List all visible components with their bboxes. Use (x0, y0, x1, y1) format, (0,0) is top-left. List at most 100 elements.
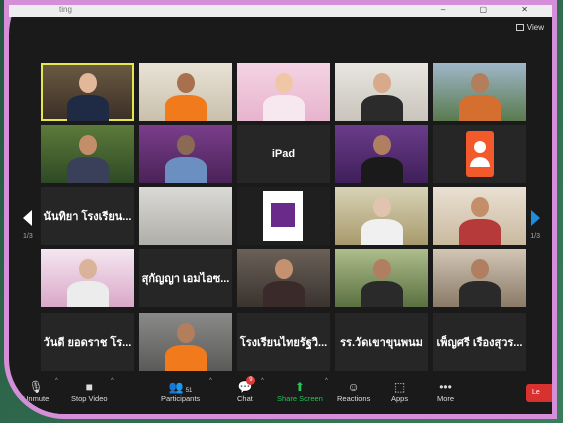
grid-view-icon (515, 24, 524, 31)
stop-video-button[interactable]: ■ Stop Video (71, 378, 108, 403)
chat-caret[interactable]: ^ (261, 378, 264, 384)
participant-head (373, 197, 391, 217)
participant-video-tile[interactable] (433, 63, 526, 121)
participant-video-tile[interactable] (335, 187, 428, 245)
view-label: View (526, 23, 544, 32)
video-camera-icon: ■ (85, 380, 93, 394)
participant-head (79, 73, 97, 93)
participant-body (67, 281, 109, 307)
participant-head (373, 73, 391, 93)
participant-video-tile[interactable] (139, 187, 232, 245)
share-caret[interactable]: ^ (325, 378, 328, 384)
reactions-icon: ☺ (347, 380, 360, 394)
share-screen-icon: ⬆ (294, 380, 305, 394)
participant-body (165, 95, 207, 121)
participant-video-tile[interactable] (237, 249, 330, 307)
apps-icon: ⬚ (393, 380, 406, 394)
participant-body (459, 281, 501, 307)
participant-body (361, 95, 403, 121)
participant-video-tile[interactable] (41, 125, 134, 183)
psu-logo-icon (263, 191, 303, 241)
gallery-grid: iPad นันทิยา โรงเรียน... สุกัญญา เอมไอซ...… (41, 63, 526, 371)
participant-tile-name-only[interactable]: เพ็ญศรี เรืองสุวร... (433, 313, 526, 371)
participant-tile-name-only[interactable]: รร.วัดเขาขุนพนม (335, 313, 428, 371)
participant-head (177, 73, 195, 93)
participant-name: iPad (271, 148, 296, 160)
participant-name: เพ็ญศรี เรืองสุวร... (436, 337, 523, 349)
participant-name: สุกัญญา เอมไอซ... (141, 273, 230, 285)
participant-video-tile[interactable] (139, 313, 232, 371)
window-title: ting (59, 5, 72, 14)
participant-name: โรงเรียนไทยรัฐวิ... (239, 337, 328, 349)
participant-body (263, 281, 305, 307)
participant-video-tile[interactable] (139, 63, 232, 121)
participant-body (459, 219, 501, 245)
participant-video-tile[interactable] (433, 187, 526, 245)
chat-icon: 💬 9 (237, 376, 256, 394)
participant-video-tile[interactable] (237, 187, 330, 245)
default-avatar-icon (466, 131, 494, 177)
participants-caret[interactable]: ^ (209, 378, 212, 384)
more-button[interactable]: ••• More (437, 378, 454, 403)
participant-body (165, 157, 207, 183)
leave-button[interactable]: Le (526, 384, 552, 402)
participant-body (67, 95, 109, 121)
participant-body (263, 95, 305, 121)
participants-icon: 👥 51 (168, 380, 193, 394)
window-controls[interactable]: – ▢ ✕ (441, 5, 544, 14)
participant-name: วันดี ยอดราช โร... (43, 337, 132, 349)
muted-microphone-icon: 🎙 (28, 380, 44, 394)
meeting-toolbar: 🎙 Unmute ^ ■ Stop Video ^ 👥 51 Participan… (9, 372, 552, 414)
participant-head (471, 197, 489, 217)
page-indicator-right: 1/3 (530, 233, 540, 240)
participant-head (275, 73, 293, 93)
participant-video-tile[interactable] (433, 249, 526, 307)
participant-head (79, 259, 97, 279)
unmute-button[interactable]: 🎙 Unmute (23, 378, 49, 403)
participant-body (165, 345, 207, 371)
participant-tile-name-only[interactable]: นันทิยา โรงเรียน... (41, 187, 134, 245)
participant-head (177, 323, 195, 343)
participant-body (361, 219, 403, 245)
participant-head (373, 259, 391, 279)
reactions-button[interactable]: ☺ Reactions (337, 378, 370, 403)
participant-video-tile[interactable] (41, 63, 134, 121)
participant-video-tile[interactable] (139, 125, 232, 183)
participant-head (471, 259, 489, 279)
video-options-caret[interactable]: ^ (111, 378, 114, 384)
apps-button[interactable]: ⬚ Apps (391, 378, 408, 403)
participant-tile-name-only[interactable]: โรงเรียนไทยรัฐวิ... (237, 313, 330, 371)
participant-head (79, 135, 97, 155)
participant-name: รร.วัดเขาขุนพนม (340, 337, 423, 349)
participant-video-tile[interactable] (335, 125, 428, 183)
participant-head (373, 135, 391, 155)
participant-head (177, 135, 195, 155)
participants-button[interactable]: 👥 51 Participants (161, 378, 200, 403)
participant-body (361, 281, 403, 307)
page-indicator-left: 1/3 (23, 233, 33, 240)
participant-body (361, 157, 403, 183)
participant-video-tile[interactable] (41, 249, 134, 307)
view-button[interactable]: View (515, 23, 544, 32)
participant-body (67, 157, 109, 183)
previous-page-arrow-icon[interactable] (23, 210, 32, 226)
next-page-arrow-icon[interactable] (531, 210, 540, 226)
audio-options-caret[interactable]: ^ (55, 378, 58, 384)
participant-video-tile[interactable] (335, 63, 428, 121)
participant-tile-avatar[interactable] (433, 125, 526, 183)
participant-tile-name-only[interactable]: สุกัญญา เอมไอซ... (139, 249, 232, 307)
participant-video-tile[interactable] (237, 63, 330, 121)
share-screen-button[interactable]: ⬆ Share Screen (277, 378, 323, 403)
more-dots-icon: ••• (439, 380, 452, 394)
participant-head (275, 259, 293, 279)
participant-video-tile[interactable] (335, 249, 428, 307)
chat-button[interactable]: 💬 9 Chat (237, 376, 256, 403)
participant-name: นันทิยา โรงเรียน... (43, 211, 132, 223)
title-bar: ting – ▢ ✕ (9, 5, 552, 17)
participant-tile-name-only[interactable]: วันดี ยอดราช โร... (41, 313, 134, 371)
participant-tile-name-only[interactable]: iPad (237, 125, 330, 183)
zoom-window: ting – ▢ ✕ View 1/3 1/3 iPad นันทิยา โรงเ… (4, 0, 557, 419)
chat-badge: 9 (246, 376, 256, 385)
participant-body (459, 95, 501, 121)
participant-head (471, 73, 489, 93)
